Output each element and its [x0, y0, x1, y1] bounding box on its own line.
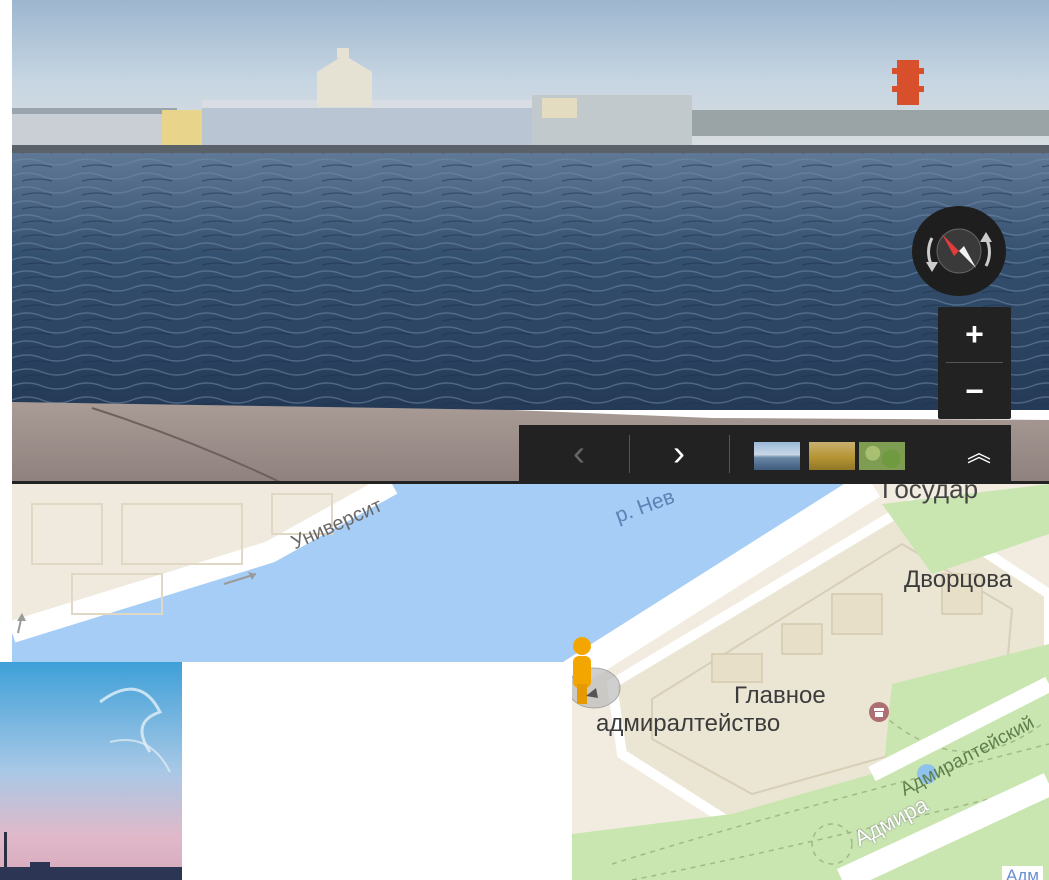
photo-thumbnail-gold[interactable]: [809, 442, 855, 470]
photo-thumbnail-water[interactable]: [754, 442, 800, 470]
previous-photo-button[interactable]: ‹: [549, 425, 609, 483]
zoom-control: + −: [938, 307, 1011, 419]
photo-thumbnail-green[interactable]: [859, 442, 905, 470]
street-label-dvortsovaya: Дворцова: [904, 566, 1013, 593]
landmark-poi-icon[interactable]: [868, 701, 890, 723]
poi-label-admiralty-line1[interactable]: Главное: [734, 682, 826, 710]
poi-label-admiralty-line2[interactable]: адмиралтейство: [596, 710, 780, 738]
zoom-divider: [946, 362, 1003, 363]
zoom-in-button[interactable]: +: [938, 307, 1011, 362]
filmstrip-divider: [729, 435, 730, 473]
expand-filmstrip-button[interactable]: ︽: [959, 425, 999, 483]
filmstrip-divider: [629, 435, 630, 473]
street-view-panorama[interactable]: + − ‹ › ︽: [12, 0, 1049, 483]
one-way-arrow-icon: [223, 572, 257, 585]
zoom-out-button[interactable]: −: [938, 364, 1011, 419]
label-adm: Адм: [1002, 866, 1043, 880]
photo-preview-image: [0, 662, 182, 880]
compass-icon: [926, 228, 992, 274]
blank-panel: [182, 662, 572, 880]
label-gosudar: Государ: [882, 484, 979, 504]
one-way-arrow-icon: [17, 613, 26, 634]
compass-control[interactable]: [912, 206, 1006, 296]
panorama-image: [12, 0, 1049, 483]
photo-preview-thumbnail[interactable]: [0, 662, 182, 880]
pegman-icon[interactable]: [568, 636, 618, 710]
next-photo-button[interactable]: ›: [649, 425, 709, 483]
photo-filmstrip: ‹ › ︽: [519, 425, 1011, 483]
